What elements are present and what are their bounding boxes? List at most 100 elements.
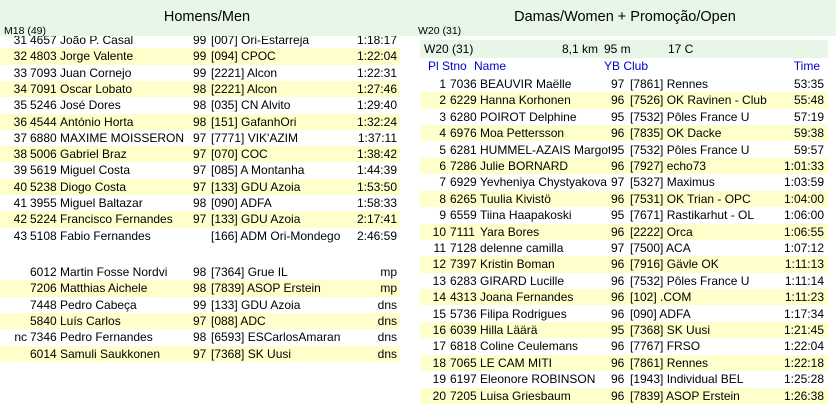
result-club: [102] .COM <box>630 290 692 305</box>
result-stno: 7205 <box>450 388 477 403</box>
result-name: Moa Pettersson <box>480 126 565 141</box>
result-row: 18 7065 LE CAM MITI 96 [7861] Rennes 1:22:18 <box>420 354 828 372</box>
result-rank: 39 <box>13 163 27 178</box>
result-stno: 7091 <box>30 81 57 96</box>
result-club: [133] GDU Azoia <box>211 297 301 312</box>
result-club: [090] ADFA <box>211 196 272 210</box>
result-time: 1:06:55 <box>783 224 824 239</box>
result-club: [7835] OK Dacke <box>630 126 722 141</box>
course-class: W20 (31) <box>424 42 474 56</box>
result-stno: 5246 <box>30 98 57 113</box>
result-rank: 12 <box>432 257 446 272</box>
result-club: [7767] FRSO <box>630 339 701 354</box>
result-name: Oscar Lobato <box>60 81 133 96</box>
result-time: 1:01:33 <box>783 159 824 173</box>
result-time: 59:38 <box>793 126 824 141</box>
result-yb: 98 <box>193 265 207 279</box>
result-row: 7206 Matthias Aichele 98 [7839] ASOP Erstei… <box>0 280 400 297</box>
result-name: HUMMEL-AZAIS Margot <box>480 142 610 157</box>
result-row: 7448 Pedro Cabeça 99 [133] GDU Azoia dns <box>0 297 400 313</box>
result-club: [7839] ASOP Erstein <box>211 281 321 296</box>
result-stno: 6197 <box>450 372 477 387</box>
result-rank: 36 <box>13 114 27 129</box>
result-row: 17 6818 Coline Ceulemans 96 [7767] FRSO 1:22:… <box>420 338 828 354</box>
result-stno: 5224 <box>30 212 57 227</box>
col-time: Time <box>793 59 820 73</box>
women-header: Damas/Women + Promoção/Open W20 (31) <box>414 0 836 37</box>
result-time: 1:38:42 <box>356 147 397 162</box>
result-time: 1:53:50 <box>356 179 397 194</box>
result-time: 1:44:39 <box>356 163 397 178</box>
result-stno: 4313 <box>450 290 477 305</box>
result-name: Luisa Griesbaum <box>480 388 571 403</box>
result-row: 4 6976 Moa Pettersson 96 [7835] OK Dacke 59:3… <box>420 125 828 142</box>
result-row: nc 7346 Pedro Fernandes 98 [6593] ESCarlosAm… <box>0 329 400 345</box>
women-results-panel: Damas/Women + Promoção/Open W20 (31) W20… <box>414 0 836 408</box>
result-stno: 4544 <box>30 114 57 129</box>
result-stno: 6280 <box>450 109 477 124</box>
result-club: [7500] ACA <box>630 241 691 255</box>
result-rank: 17 <box>432 339 446 354</box>
result-stno: 5840 <box>30 313 57 328</box>
result-rank: 3 <box>439 109 446 124</box>
result-time: 53:35 <box>793 77 824 91</box>
result-club: [7839] ASOP Erstein <box>630 388 740 403</box>
result-rank: 16 <box>432 323 446 337</box>
result-rank: 20 <box>432 388 446 403</box>
result-rank: 34 <box>13 81 27 96</box>
result-stno: 5619 <box>30 163 57 178</box>
result-yb: 96 <box>611 388 625 403</box>
result-rank: 32 <box>13 49 27 64</box>
result-rank: 40 <box>13 179 27 194</box>
result-stno: 6281 <box>450 142 477 157</box>
result-time: 1:58:33 <box>356 196 397 210</box>
column-headers: Pl Stno Name YB Club Time <box>420 58 828 74</box>
result-time: 1:11:14 <box>784 273 824 288</box>
result-row: 34 7091 Oscar Lobato 98 [2221] Alcon 1:27:46 <box>0 80 400 98</box>
result-stno: 3955 <box>30 196 57 210</box>
result-club: [133] GDU Azoia <box>211 212 301 227</box>
result-rank: 11 <box>433 241 446 255</box>
result-row: 16 6039 Hilla Läärä 95 [7368] SK Uusi 1:21:45 <box>420 322 828 339</box>
result-time: 1:11:13 <box>784 257 824 272</box>
result-row: 32 4803 Jorge Valente 99 [094] CPOC 1:22:04 <box>0 48 400 65</box>
result-time: 1:11:23 <box>784 290 824 305</box>
result-rank: 8 <box>439 191 446 206</box>
result-row: 19 6197 Eleonore ROBINSON 96 [1943] Individu… <box>420 371 828 387</box>
result-yb: 95 <box>611 208 625 223</box>
result-stno: 5006 <box>30 147 57 162</box>
men-header: Homens/Men M18 (49) <box>0 0 414 37</box>
result-row: 10 7111 Yara Bores 96 [2222] Orca 1:06:55 <box>420 223 828 240</box>
result-name: Yara Bores <box>480 224 540 239</box>
result-yb: 96 <box>611 306 625 321</box>
result-yb: 96 <box>611 191 625 206</box>
result-club: [133] GDU Azoia <box>211 179 301 194</box>
result-name: António Horta <box>60 114 134 129</box>
result-club: [7916] Gävle OK <box>630 257 719 272</box>
women-class-label: W20 (31) <box>418 25 462 37</box>
result-row: 41 3955 Miguel Baltazar 98 [090] ADFA 1:58:33 <box>0 195 400 211</box>
result-stno: 7036 <box>450 77 477 91</box>
result-time: 1:03:59 <box>783 175 824 190</box>
result-club: [7771] VIK'AZIM <box>211 130 298 145</box>
result-time: 1:22:18 <box>783 355 824 370</box>
result-club: [2221] Alcon <box>211 65 278 80</box>
result-row: 11 7128 delenne camilla 97 [7500] ACA 1:07:12 <box>420 240 828 256</box>
result-time: 1:27:46 <box>356 81 397 96</box>
result-yb: 97 <box>611 77 625 91</box>
result-name: Eleonore ROBINSON <box>480 372 596 387</box>
result-name: Pedro Cabeça <box>60 297 137 312</box>
result-club: [7532] Pôles France U <box>630 273 750 288</box>
result-row: 2 6229 Hanna Korhonen 96 [7526] OK Ravinen -… <box>420 92 828 109</box>
result-yb: 98 <box>193 330 207 345</box>
result-time: 1:32:24 <box>356 114 397 129</box>
result-club: [5327] Maximus <box>630 175 715 190</box>
result-rank: 14 <box>432 290 446 305</box>
result-stno: 6265 <box>450 191 477 206</box>
result-stno: 5108 <box>30 228 57 243</box>
result-rank: 18 <box>432 355 446 370</box>
result-name: Diogo Costa <box>60 179 127 194</box>
course-climb: 95 m <box>604 42 631 56</box>
men-title: Homens/Men <box>163 9 251 25</box>
result-time: 1:21:45 <box>783 323 824 337</box>
